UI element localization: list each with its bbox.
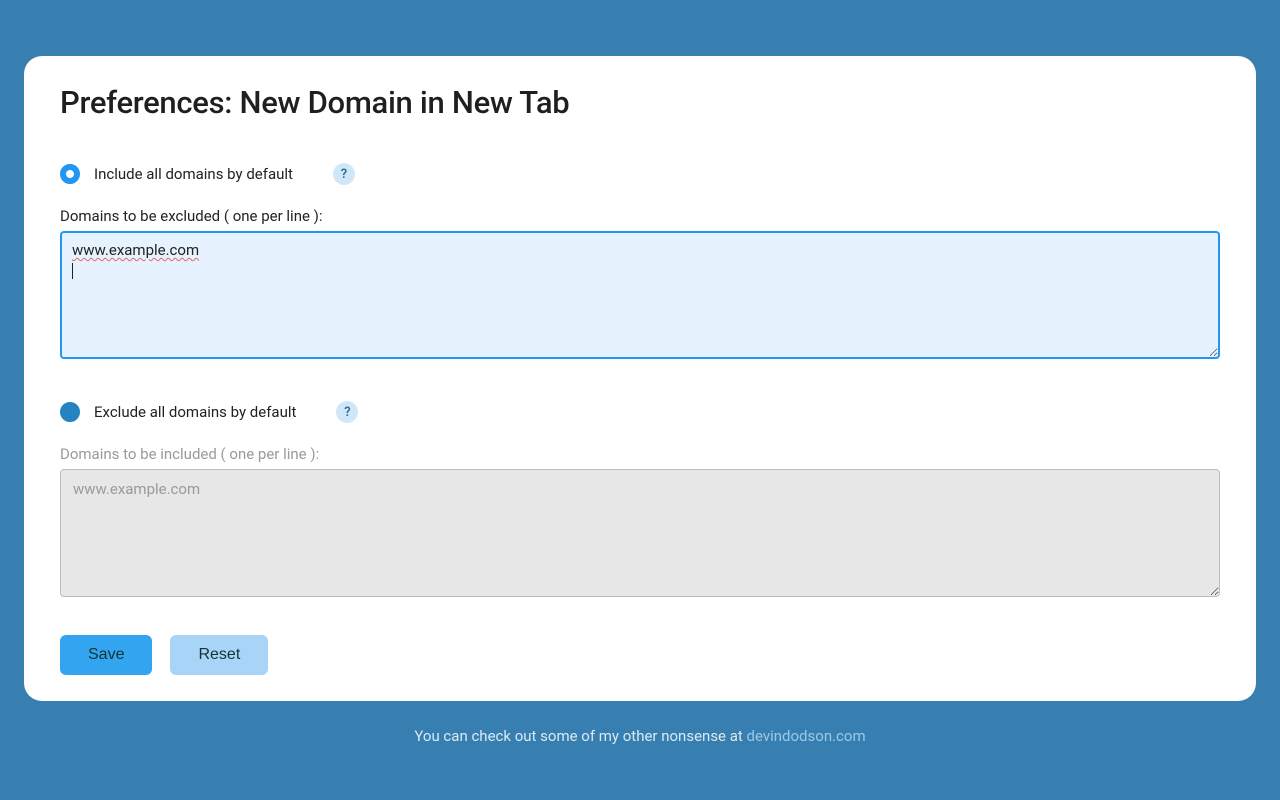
help-icon[interactable]: ? [336, 401, 358, 423]
included-label: Domains to be included ( one per line ): [60, 445, 1220, 463]
option-exclude-label: Exclude all domains by default [94, 403, 296, 421]
radio-include[interactable] [60, 164, 80, 184]
footer-text: You can check out some of my other nonse… [414, 727, 746, 745]
radio-exclude[interactable] [60, 402, 80, 422]
excluded-textarea[interactable] [60, 231, 1220, 359]
help-icon[interactable]: ? [333, 163, 355, 185]
excluded-label: Domains to be excluded ( one per line ): [60, 207, 1220, 225]
included-textarea[interactable] [60, 469, 1220, 597]
footer-link[interactable]: devindodson.com [747, 727, 866, 745]
footer: You can check out some of my other nonse… [24, 727, 1256, 745]
reset-button[interactable]: Reset [170, 635, 268, 675]
option-include-row: Include all domains by default ? [60, 163, 1220, 185]
preferences-card: Preferences: New Domain in New Tab Inclu… [24, 56, 1256, 701]
option-include-label: Include all domains by default [94, 165, 293, 183]
page-title: Preferences: New Domain in New Tab [60, 84, 1220, 121]
save-button[interactable]: Save [60, 635, 152, 675]
button-row: Save Reset [60, 635, 1220, 675]
option-exclude-row: Exclude all domains by default ? [60, 401, 1220, 423]
